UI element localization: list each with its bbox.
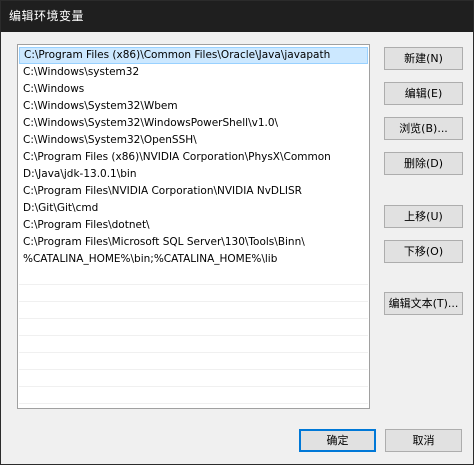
empty-row-divider [19,386,368,387]
path-list-item[interactable]: C:\Program Files (x86)\Common Files\Orac… [19,47,368,64]
ok-button[interactable]: 确定 [299,429,376,452]
path-list-item[interactable]: C:\Program Files (x86)\NVIDIA Corporatio… [19,149,368,166]
path-list-item[interactable]: C:\Program Files\Microsoft SQL Server\13… [19,234,368,251]
path-list-item[interactable]: C:\Windows\System32\WindowsPowerShell\v1… [19,115,368,132]
path-list-item[interactable]: C:\Windows\System32\Wbem [19,98,368,115]
path-list-item[interactable]: D:\Java\jdk-13.0.1\bin [19,166,368,183]
move-down-button[interactable]: 下移(O) [384,240,463,263]
empty-row-divider [19,284,368,285]
empty-row-divider [19,301,368,302]
edit-text-button[interactable]: 编辑文本(T)... [384,292,463,315]
empty-row-divider [19,369,368,370]
window-title: 编辑环境变量 [9,9,85,23]
title-bar[interactable]: 编辑环境变量 [1,1,473,32]
path-list-item[interactable]: C:\Program Files\dotnet\ [19,217,368,234]
path-list-item[interactable]: C:\Windows\system32 [19,64,368,81]
empty-row-divider [19,318,368,319]
delete-button[interactable]: 删除(D) [384,152,463,175]
path-list-item[interactable]: C:\Windows\System32\OpenSSH\ [19,132,368,149]
path-list-item[interactable]: D:\Git\Git\cmd [19,200,368,217]
browse-button[interactable]: 浏览(B)... [384,117,463,140]
empty-row-divider [19,403,368,404]
path-list-item[interactable]: %CATALINA_HOME%\bin;%CATALINA_HOME%\lib [19,251,368,268]
path-list-item[interactable]: C:\Windows [19,81,368,98]
new-button[interactable]: 新建(N) [384,47,463,70]
empty-row-divider [19,352,368,353]
empty-row-divider [19,335,368,336]
path-list-item[interactable]: C:\Program Files\NVIDIA Corporation\NVID… [19,183,368,200]
path-list[interactable]: C:\Program Files (x86)\Common Files\Orac… [17,44,370,409]
edit-environment-variable-dialog: 编辑环境变量 C:\Program Files (x86)\Common Fil… [0,0,474,465]
cancel-button[interactable]: 取消 [385,429,462,452]
edit-button[interactable]: 编辑(E) [384,82,463,105]
move-up-button[interactable]: 上移(U) [384,205,463,228]
